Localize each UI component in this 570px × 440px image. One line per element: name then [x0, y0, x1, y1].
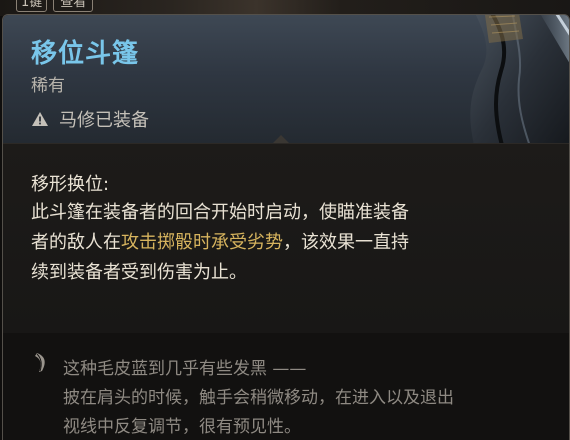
tooltip-header: 移位斗篷 稀有 马修已装备: [3, 15, 569, 149]
ability-description: 移形换位: 此斗篷在装备者的回合开始时启动，使瞄准装备者的敌人在攻击掷骰时承受劣…: [3, 143, 569, 334]
flavor-text: 这种毛皮蓝到几乎有些发黑 —— 披在肩头的时候，触手会稍微移动，在进入以及退出 …: [63, 355, 553, 440]
ability-text-highlight: 攻击掷骰时承受劣势: [121, 232, 283, 253]
equipped-status: 马修已装备: [31, 106, 149, 132]
warning-triangle-icon: [31, 111, 49, 127]
cloak-item-art: [423, 15, 569, 149]
flavor-line-2: 披在肩头的时候，触手会稍微移动，在进入以及退出: [63, 388, 454, 408]
ability-title: 移形换位:: [31, 174, 110, 195]
game-screen: 1键 查看 移位斗篷 稀有 马修已装备 移形换位: 此斗篷在装备者的回合开始时启…: [0, 0, 570, 440]
item-tooltip: 移位斗篷 稀有 马修已装备 移形换位: 此斗篷在装备者的回合开始时启动，使瞄准装…: [2, 14, 570, 440]
item-rarity: 稀有: [31, 76, 65, 96]
flavor-section: 这种毛皮蓝到几乎有些发黑 —— 披在肩头的时候，触手会稍微移动，在进入以及退出 …: [3, 333, 569, 440]
feather-icon: [33, 351, 49, 373]
flavor-line-1: 这种毛皮蓝到几乎有些发黑 ——: [63, 359, 307, 379]
key-label: 查看: [53, 0, 94, 12]
flavor-line-3: 视线中反复调节，很有预见性。: [63, 417, 301, 437]
inspect-key-hint[interactable]: 1键 查看: [16, 0, 94, 12]
item-name: 移位斗篷: [31, 39, 140, 69]
ability-text: 此斗篷在装备者的回合开始时启动，使瞄准装备者的敌人在攻击掷骰时承受劣势，该效果一…: [31, 198, 411, 288]
key-cap: 1键: [16, 0, 48, 12]
equipped-status-text: 马修已装备: [59, 110, 149, 131]
